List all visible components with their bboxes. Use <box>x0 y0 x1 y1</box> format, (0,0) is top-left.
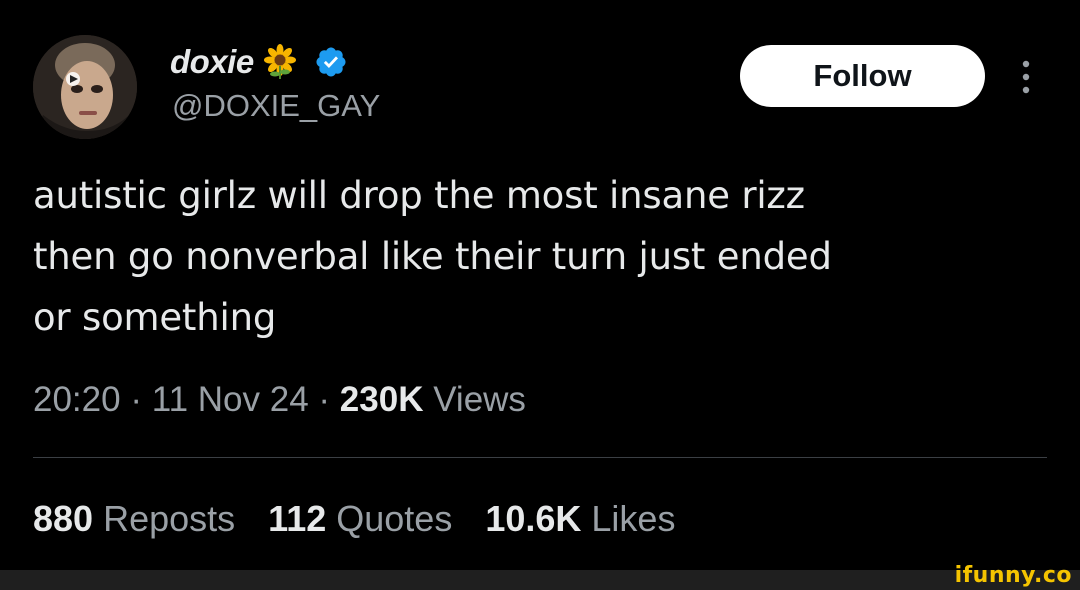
tweet-meta: 20:20 · 11 Nov 24 · 230K Views <box>33 380 526 420</box>
quotes-count: 112 <box>268 498 337 539</box>
tweet-text: autistic girlz will drop the most insane… <box>33 165 1053 348</box>
views-count: 230K <box>339 380 434 419</box>
tweet-date[interactable]: 11 Nov 24 <box>152 380 309 419</box>
divider <box>33 457 1047 458</box>
tweet-text-line: autistic girlz will drop the most insane… <box>33 174 805 217</box>
engagement-stats: 880 Reposts 112 Quotes 10.6K Likes <box>33 498 708 540</box>
reposts-count: 880 <box>33 498 104 539</box>
tweet-time[interactable]: 20:20 <box>33 380 121 419</box>
verified-icon <box>316 47 346 77</box>
separator-dot: · <box>318 380 340 419</box>
quotes-label: Quotes <box>336 498 453 539</box>
user-handle[interactable]: @DOXIE_GAY <box>172 88 380 124</box>
follow-button[interactable]: Follow <box>740 45 985 107</box>
avatar[interactable] <box>33 35 137 139</box>
tweet-card: doxie @DOXIE_GAY Follow autistic girlz w… <box>0 0 1080 570</box>
quotes-stat[interactable]: 112 Quotes <box>268 498 452 540</box>
reposts-label: Reposts <box>103 498 236 539</box>
name-row: doxie <box>170 40 348 84</box>
tweet-text-line: or something <box>33 296 277 339</box>
likes-count: 10.6K <box>485 498 592 539</box>
more-icon[interactable] <box>1016 58 1036 96</box>
watermark-logo: ifunny.co <box>954 563 1072 588</box>
separator-dot: · <box>130 380 152 419</box>
reposts-stat[interactable]: 880 Reposts <box>33 498 235 540</box>
sunflower-icon <box>263 44 296 79</box>
bottom-bar <box>0 570 1080 590</box>
views-label: Views <box>433 380 526 419</box>
tweet-text-line: then go nonverbal like their turn just e… <box>33 235 832 278</box>
likes-label: Likes <box>591 498 676 539</box>
likes-stat[interactable]: 10.6K Likes <box>485 498 675 540</box>
display-name[interactable]: doxie <box>170 43 254 81</box>
